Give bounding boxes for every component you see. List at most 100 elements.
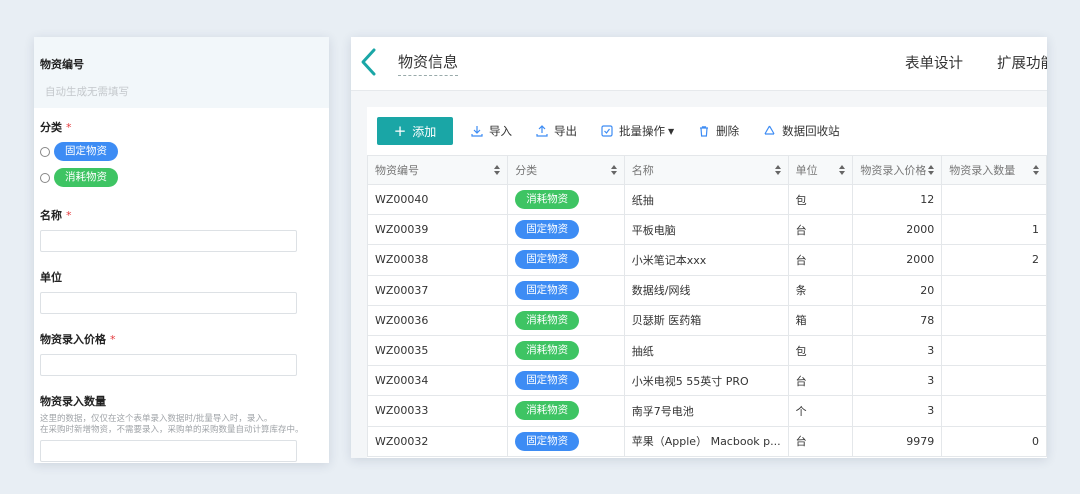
price-cell: 9979: [852, 425, 943, 457]
table-row[interactable]: WZ00035 消耗物资 抽纸包 3: [366, 334, 1047, 367]
category-badge: 消耗物资: [515, 190, 580, 210]
export-icon: [536, 125, 548, 137]
unit-cell: 个: [787, 395, 854, 427]
column-header[interactable]: 物资录入数量: [941, 155, 1047, 185]
unit-cell: 台: [787, 214, 854, 246]
qty-cell: [941, 183, 1047, 216]
category-badge: 固定物资: [515, 431, 580, 451]
checkbox-icon: [601, 125, 613, 137]
sort-icon[interactable]: [774, 165, 781, 175]
unit-cell: 台: [787, 425, 854, 457]
recycle-bin-label: 数据回收站: [782, 124, 840, 138]
table-body: WZ00040 消耗物资 纸抽包 12 WZ00039 固定物资 平板电脑台 2000 1 WZ0…: [366, 183, 1047, 457]
table-row[interactable]: WZ00040 消耗物资 纸抽包 12: [366, 183, 1047, 216]
qty-cell: [941, 395, 1047, 427]
qty-cell: 1: [941, 214, 1047, 246]
category-cell: 固定物资: [507, 274, 625, 306]
radio-consumable[interactable]: [40, 172, 50, 183]
name-field-group: 名称 *: [34, 207, 329, 252]
name-cell: 小米笔记本xxx: [623, 244, 789, 276]
table-row[interactable]: WZ00033 消耗物资 南孚7号电池个 3: [366, 395, 1047, 427]
price-cell: 3: [852, 334, 943, 367]
category-consumable-pill[interactable]: 消耗物资: [54, 168, 118, 187]
qty-cell: [941, 274, 1047, 306]
unit-input[interactable]: [40, 292, 297, 314]
unit-cell: 台: [787, 244, 854, 276]
sort-icon[interactable]: [494, 165, 501, 175]
unit-cell: 台: [787, 365, 854, 397]
required-mark: *: [66, 121, 72, 134]
delete-button[interactable]: 删除: [698, 123, 739, 139]
sort-icon[interactable]: [1033, 165, 1039, 175]
sort-icon[interactable]: [839, 165, 846, 175]
code-cell: WZ00039: [366, 214, 509, 246]
qty-hint-line-2: 在采购时新增物资，不需要录入，采购单的采购数量自动计算库存中。: [40, 425, 304, 435]
page-header: 物资信息 表单设计 扩展功能: [351, 37, 1047, 91]
category-option-fixed[interactable]: 固定物资: [40, 142, 323, 161]
import-label: 导入: [489, 124, 512, 138]
delete-label: 删除: [716, 124, 740, 138]
add-button[interactable]: + 添加: [377, 117, 453, 145]
qty-cell: 0: [941, 425, 1047, 457]
category-badge: 消耗物资: [515, 310, 580, 330]
table-row[interactable]: WZ00037 固定物资 数据线/网线条 20: [366, 274, 1047, 306]
code-cell: WZ00037: [366, 274, 509, 306]
content-card: + 添加 导入 导出 批量操作 ▼ 删除 数据回收站 物资编号 分类 名称 单位…: [366, 107, 1047, 458]
name-input[interactable]: [40, 230, 297, 252]
sort-icon[interactable]: [928, 165, 935, 175]
table-row[interactable]: WZ00032 固定物资 苹果（Apple） Macbook p... 台 9979 0: [366, 425, 1047, 457]
category-option-consumable[interactable]: 消耗物资: [40, 168, 323, 187]
qty-hint-line-1: 这里的数据，仅仅在这个表单录入数据时/批量导入时，录入。: [40, 414, 273, 424]
toolbar: + 添加 导入 导出 批量操作 ▼ 删除 数据回收站: [367, 107, 1047, 155]
category-cell: 固定物资: [507, 244, 625, 276]
category-badge: 消耗物资: [515, 341, 580, 361]
name-cell: 抽纸: [623, 334, 789, 367]
code-cell: WZ00038: [366, 244, 509, 276]
name-cell: 苹果（Apple） Macbook p...: [623, 425, 789, 457]
name-cell: 小米电视5 55英寸 PRO: [623, 365, 789, 397]
qty-input[interactable]: [40, 440, 297, 462]
code-cell: WZ00032: [366, 425, 509, 457]
column-header[interactable]: 分类: [507, 155, 625, 185]
column-header-label: 物资编号: [375, 164, 419, 177]
export-button[interactable]: 导出: [536, 123, 577, 139]
back-chevron-icon[interactable]: [359, 47, 381, 77]
sort-icon[interactable]: [610, 165, 617, 175]
table-row[interactable]: WZ00038 固定物资 小米笔记本xxx 台 2000 2: [366, 244, 1047, 276]
price-cell: 2000: [852, 244, 943, 276]
price-field-group: 物资录入价格 *: [34, 331, 329, 376]
category-fixed-pill[interactable]: 固定物资: [54, 142, 118, 161]
recycle-bin-button[interactable]: 数据回收站: [763, 123, 840, 139]
material-form-panel: 物资编号 自动生成无需填写 分类 * 固定物资 消耗物资 名称 * 单位 物资录入价…: [34, 37, 329, 463]
qty-cell: [941, 334, 1047, 367]
radio-fixed[interactable]: [40, 146, 50, 157]
price-cell: 78: [852, 304, 943, 336]
export-label: 导出: [554, 124, 577, 138]
column-header[interactable]: 名称: [623, 155, 789, 185]
name-cell: 纸抽: [623, 183, 789, 216]
form-design-link[interactable]: 表单设计: [905, 52, 963, 73]
price-cell: 2000: [852, 214, 943, 246]
column-header[interactable]: 单位: [787, 155, 854, 185]
material-list-panel: 物资信息 表单设计 扩展功能 + 添加 导入 导出 批量操作 ▼: [351, 37, 1047, 458]
category-cell: 固定物资: [507, 365, 625, 397]
code-field-group: 物资编号 自动生成无需填写: [34, 37, 329, 108]
category-cell: 消耗物资: [507, 183, 625, 216]
column-header[interactable]: 物资录入价格: [852, 155, 943, 185]
batch-operation-label: 批量操作: [619, 124, 665, 138]
price-input[interactable]: [40, 354, 297, 376]
table-row[interactable]: WZ00036 消耗物资 贝瑟斯 医药箱箱 78: [366, 304, 1047, 336]
table-row[interactable]: WZ00034 固定物资 小米电视5 55英寸 PRO 台 3: [366, 365, 1047, 397]
name-label: 名称: [40, 209, 62, 222]
category-field-group: 分类 * 固定物资 消耗物资: [34, 119, 329, 187]
qty-cell: [941, 365, 1047, 397]
qty-cell: 2: [941, 244, 1047, 276]
extend-function-link[interactable]: 扩展功能: [997, 52, 1047, 73]
unit-field-group: 单位: [34, 269, 329, 314]
import-button[interactable]: 导入: [471, 123, 512, 139]
table-row[interactable]: WZ00039 固定物资 平板电脑台 2000 1: [366, 214, 1047, 246]
batch-operation-dropdown[interactable]: 批量操作 ▼: [601, 123, 674, 139]
category-badge: 固定物资: [515, 250, 580, 270]
column-header[interactable]: 物资编号: [366, 155, 509, 185]
unit-cell: 包: [787, 334, 854, 367]
